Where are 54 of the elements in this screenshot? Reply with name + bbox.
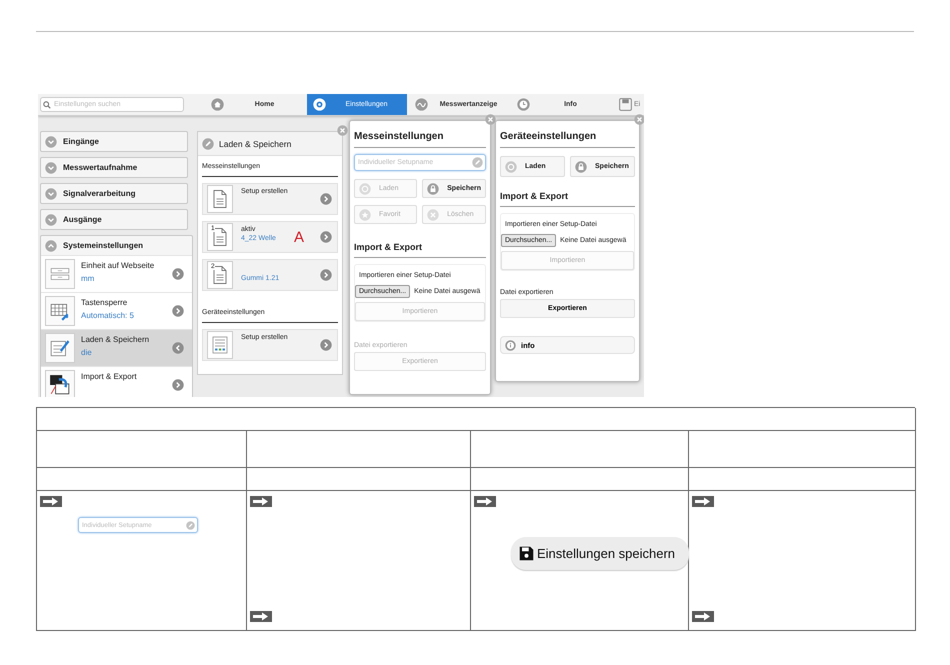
expand-icon (45, 188, 57, 200)
chevron-right-icon (320, 193, 332, 205)
clock-icon (517, 98, 530, 111)
section-title: Import & Export (354, 224, 486, 258)
section-title: Import & Export (500, 177, 635, 207)
lock-icon (427, 182, 440, 194)
chevron-right-icon (320, 231, 332, 243)
dialog-title: Geräteeinstellungen (500, 121, 635, 148)
accordion-header[interactable]: Ausgänge (41, 210, 187, 229)
save-settings-button[interactable]: Einstellungen speichern (511, 537, 690, 570)
item-title: Einheit auf Webseite (81, 261, 156, 270)
accordion-header[interactable]: Systemeinstellungen (41, 236, 192, 255)
settings-item[interactable]: Laden & Speichern die (41, 329, 192, 366)
lock-icon (575, 160, 587, 172)
dialog-title: Messeinstellungen (354, 121, 486, 148)
item-value: mm (81, 274, 96, 283)
accordion-header[interactable]: Signalverarbeitung (41, 184, 187, 203)
save-icon (619, 98, 632, 111)
chevron-right-icon (320, 339, 332, 351)
accordion-header[interactable]: Eingänge (41, 132, 187, 151)
collapse-icon (45, 240, 57, 252)
settings-item[interactable]: Tastensperre Automatisch: 5 (41, 292, 192, 329)
chevron-right-icon (172, 268, 184, 280)
item-title: Import & Export (81, 372, 138, 381)
pencil-icon (202, 138, 214, 150)
callout-letter: A (294, 228, 304, 246)
star-icon (359, 208, 371, 220)
accordion-header[interactable]: Messwertaufnahme (41, 158, 187, 177)
pencil-icon (186, 520, 195, 530)
save-icon (519, 546, 534, 561)
circle-icon (359, 182, 371, 194)
settings-item[interactable]: Einheit auf Webseite mm (41, 255, 192, 292)
close-icon (427, 208, 440, 220)
wave-icon (415, 98, 428, 111)
expand-icon (45, 214, 57, 226)
import-export-icon (49, 374, 71, 396)
chevron-left-icon (172, 342, 184, 354)
chevron-right-icon (320, 269, 332, 281)
item-title: Laden & Speichern (81, 335, 150, 344)
expand-icon (45, 162, 57, 174)
chevron-right-icon (172, 305, 184, 317)
panel-title: Laden & Speichern (219, 138, 292, 148)
chevron-right-icon (172, 379, 184, 391)
settings-icon (313, 98, 326, 111)
item-value: die (81, 348, 93, 357)
settings-item[interactable]: Import & Export (41, 366, 192, 397)
pencil-icon (472, 157, 483, 168)
item-title: Tastensperre (81, 298, 128, 307)
home-icon (211, 98, 224, 111)
item-value: Automatisch: 5 (81, 311, 135, 320)
circle-icon (505, 160, 517, 172)
expand-icon (45, 136, 57, 148)
info-icon (505, 340, 516, 350)
device-form-icon (210, 335, 230, 355)
